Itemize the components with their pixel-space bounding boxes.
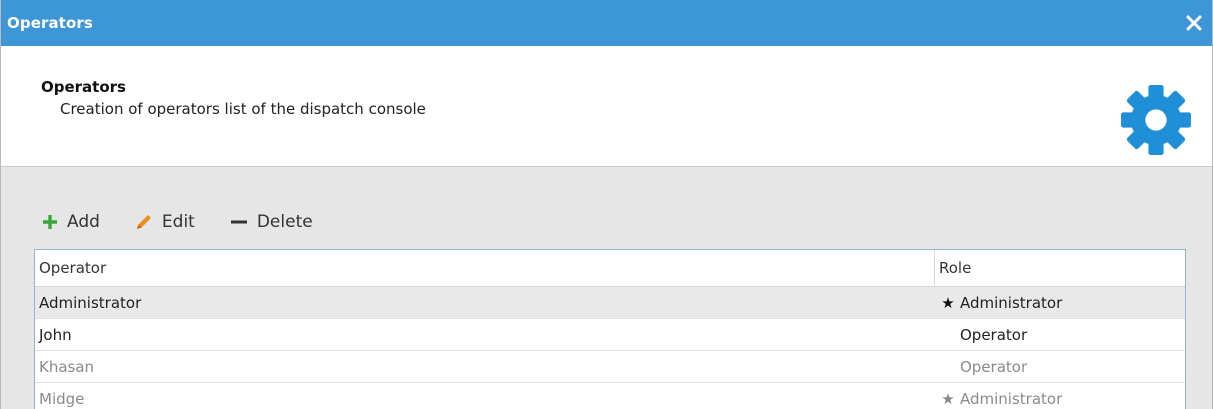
close-button[interactable] (1182, 11, 1206, 35)
table-header: Operator Role (35, 250, 1185, 287)
dialog-header: Operators Creation of operators list of … (1, 46, 1212, 167)
operator-cell: John (39, 325, 72, 344)
role-cell: Operator (935, 351, 1185, 382)
close-icon (1186, 15, 1202, 31)
table-row[interactable]: Administrator ★ Administrator (35, 287, 1185, 319)
add-label: Add (67, 212, 100, 232)
window-title: Operators (7, 14, 93, 32)
role-cell: Operator (935, 319, 1185, 350)
operator-cell: Administrator (39, 293, 142, 312)
role-label: Operator (960, 357, 1028, 376)
table-row[interactable]: Midge ★ Administrator (35, 383, 1185, 409)
content-area: Add Edit Delete Operator Role Administra… (1, 167, 1212, 409)
add-button[interactable]: Add (41, 212, 100, 232)
table-row[interactable]: Khasan Operator (35, 351, 1185, 383)
pencil-icon (136, 215, 151, 229)
role-cell: ★ Administrator (935, 383, 1185, 409)
role-cell: ★ Administrator (935, 287, 1185, 318)
header-subtitle: Creation of operators list of the dispat… (60, 100, 426, 118)
operator-cell: Midge (39, 389, 85, 408)
delete-label: Delete (256, 212, 313, 232)
gear-icon (1121, 85, 1191, 155)
minus-icon (230, 220, 247, 224)
plus-icon (43, 215, 57, 229)
delete-button[interactable]: Delete (229, 212, 313, 232)
header-title: Operators (41, 78, 126, 96)
star-icon: ★ (941, 293, 955, 312)
table-row[interactable]: John Operator (35, 319, 1185, 351)
column-header-role[interactable]: Role (935, 250, 1185, 286)
role-label: Operator (960, 325, 1028, 344)
column-header-operator[interactable]: Operator (35, 250, 935, 286)
operators-table: Operator Role Administrator ★ Administra… (34, 249, 1186, 409)
role-label: Administrator (960, 293, 1063, 312)
title-bar: Operators (1, 0, 1212, 46)
operator-cell: Khasan (39, 357, 95, 376)
operators-dialog: Operators Operators Creation of operator… (0, 0, 1213, 409)
toolbar: Add Edit Delete (41, 209, 347, 235)
edit-label: Edit (161, 212, 195, 232)
star-icon: ★ (941, 389, 955, 408)
role-label: Administrator (960, 389, 1063, 408)
edit-button[interactable]: Edit (134, 212, 195, 232)
